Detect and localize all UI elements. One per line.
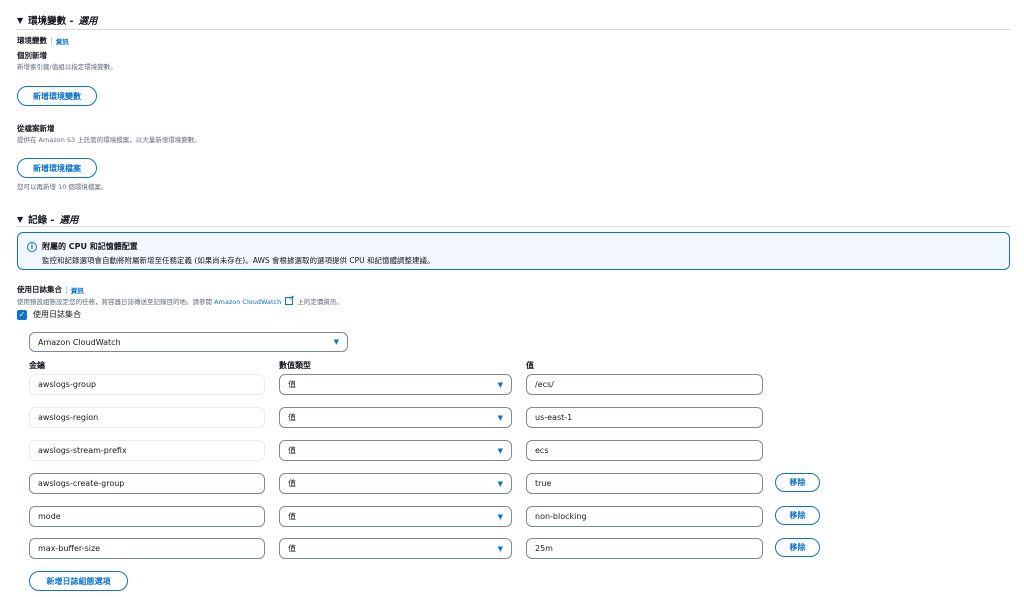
sidecar-info-alert: i 附屬的 CPU 和記憶體配置 監控和記錄選項會自動將附屬新增至任務定義 (如…: [17, 232, 1010, 270]
column-header-key: 金鑰: [29, 361, 45, 370]
divider: [17, 29, 1010, 30]
individual-add-desc: 新增索引鍵/值組以指定環境變數。: [17, 63, 117, 71]
column-header-value: 值: [526, 361, 534, 370]
individual-add-label: 個別新增: [17, 51, 47, 60]
log-desc-before: 使用預設組態設定您的任務，將容器日誌傳送至記錄目的地。請參閱: [17, 298, 212, 306]
log-option-value-input[interactable]: us-east-1: [526, 407, 763, 428]
remove-button[interactable]: 移除: [775, 538, 820, 557]
log-option-value-input[interactable]: non-blocking: [526, 506, 763, 527]
log-option-type: 值: [288, 446, 296, 455]
collapse-triangle-icon: ▼: [17, 214, 24, 224]
caret-down-icon: ▼: [497, 380, 503, 389]
log-option-key-input[interactable]: mode: [29, 506, 265, 527]
log-info-link[interactable]: 資訊: [71, 285, 84, 295]
external-link-icon: [285, 294, 294, 305]
log-option-type: 值: [288, 479, 296, 488]
alert-title-row: i 附屬的 CPU 和記憶體配置: [27, 241, 138, 252]
from-file-desc: 提供在 Amazon S3 上託管的環境檔案，以大量新增環境變數。: [17, 136, 201, 144]
log-option-key: awslogs-group: [29, 374, 265, 395]
log-option-value-input[interactable]: 25m: [526, 538, 763, 559]
env-variables-label: 環境變數: [17, 36, 47, 45]
info-icon: i: [27, 241, 37, 252]
caret-down-icon: ▼: [497, 479, 503, 488]
separator: |: [50, 36, 53, 45]
column-header-value-type: 數值類型: [279, 361, 311, 370]
log-option-type: 值: [288, 544, 296, 553]
log-collection-checkbox[interactable]: ✓: [17, 309, 27, 320]
log-collection-desc: 使用預設組態設定您的任務，將容器日誌傳送至記錄目的地。請參閱 Amazon Cl…: [17, 294, 343, 306]
collapse-triangle-icon: ▼: [17, 15, 24, 25]
log-option-type-select[interactable]: 值 ▼: [279, 506, 512, 527]
log-option-key-input[interactable]: max-buffer-size: [29, 538, 265, 559]
log-destination-value: Amazon CloudWatch: [38, 337, 121, 347]
add-env-variable-button[interactable]: 新增環境變數: [17, 86, 97, 106]
caret-down-icon: ▼: [497, 446, 503, 455]
env-label-row: 環境變數 | 資訊: [17, 35, 69, 46]
remove-button[interactable]: 移除: [775, 473, 820, 492]
log-option-type-select[interactable]: 值 ▼: [279, 440, 512, 461]
cloudwatch-pricing-link[interactable]: Amazon CloudWatch: [214, 298, 281, 306]
log-collection-checkbox-label: 使用日誌集合: [33, 310, 81, 319]
log-option-key-input[interactable]: awslogs-create-group: [29, 473, 265, 494]
env-section-header[interactable]: ▼ 環境變數 - 選用: [17, 13, 98, 28]
log-option-type: 值: [288, 512, 296, 521]
log-option-key: awslogs-stream-prefix: [29, 440, 265, 461]
log-option-value-input[interactable]: ecs: [526, 440, 763, 461]
log-desc-after: 上的定價資訊。: [297, 298, 343, 306]
use-log-collection-label: 使用日誌集合: [17, 285, 62, 294]
log-option-type: 值: [288, 380, 296, 389]
caret-down-icon: ▼: [497, 413, 503, 422]
log-option-type-select[interactable]: 值 ▼: [279, 374, 512, 395]
env-section-optional: 選用: [78, 16, 98, 27]
add-log-option-button[interactable]: 新增日誌組態選項: [29, 571, 128, 591]
remove-button[interactable]: 移除: [775, 506, 820, 525]
caret-down-icon: ▼: [333, 338, 339, 346]
alert-body: 監控和記錄選項會自動將附屬新增至任務定義 (如果尚未存在)。AWS 會根據選取的…: [42, 256, 435, 265]
separator: |: [65, 285, 68, 294]
env-info-link[interactable]: 資訊: [56, 36, 69, 46]
env-file-note: 您可以再新增 10 個環境檔案。: [17, 183, 108, 191]
log-option-value-input[interactable]: true: [526, 473, 763, 494]
caret-down-icon: ▼: [497, 544, 503, 553]
caret-down-icon: ▼: [497, 512, 503, 521]
log-option-type-select[interactable]: 值 ▼: [279, 473, 512, 494]
env-section-title: 環境變數 -: [28, 16, 74, 27]
add-env-file-button[interactable]: 新增環境檔案: [17, 158, 97, 178]
log-destination-select[interactable]: Amazon CloudWatch ▼: [29, 332, 348, 352]
divider: [17, 226, 1010, 227]
log-option-key: awslogs-region: [29, 407, 265, 428]
alert-title: 附屬的 CPU 和記憶體配置: [42, 242, 138, 251]
log-option-type: 值: [288, 413, 296, 422]
log-option-type-select[interactable]: 值 ▼: [279, 407, 512, 428]
logging-section-optional: 選用: [59, 215, 79, 226]
logging-section-title: 記錄 -: [28, 215, 55, 226]
log-option-type-select[interactable]: 值 ▼: [279, 538, 512, 559]
log-collection-checkbox-row[interactable]: ✓ 使用日誌集合: [17, 309, 81, 320]
log-option-value-input[interactable]: /ecs/: [526, 374, 763, 395]
logging-section-header[interactable]: ▼ 記錄 - 選用: [17, 212, 79, 227]
log-collection-label-row: 使用日誌集合 | 資訊: [17, 284, 84, 295]
from-file-label: 從檔案新增: [17, 124, 55, 133]
